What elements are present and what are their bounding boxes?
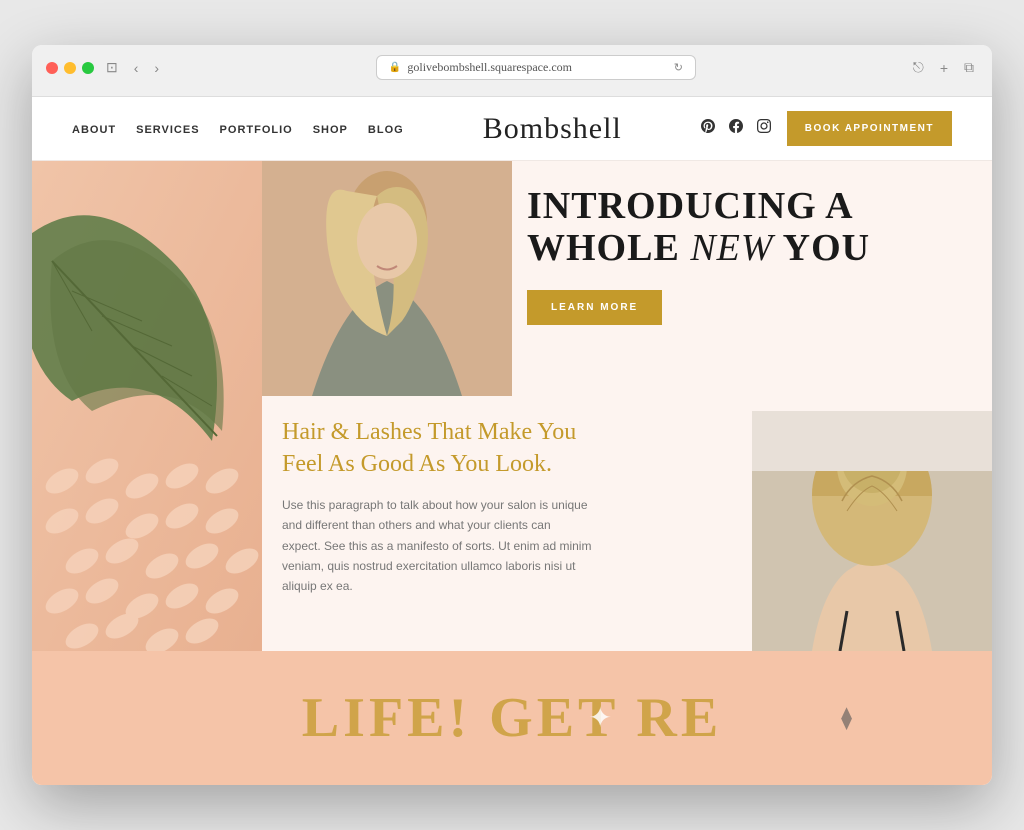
tabs-button[interactable]: ⧉ bbox=[960, 57, 978, 78]
hero-tagline-area: Hair & Lashes That Make You Feel As Good… bbox=[282, 416, 592, 597]
service-tagline: Hair & Lashes That Make You Feel As Good… bbox=[282, 416, 592, 481]
browser-chrome: ⊡ ‹ › 🔒 golivebombshell.squarespace.com … bbox=[32, 45, 992, 97]
browser-toolbar: ⊡ ‹ › 🔒 golivebombshell.squarespace.com … bbox=[46, 55, 978, 80]
hero-right-photo bbox=[752, 411, 992, 651]
forward-button[interactable]: › bbox=[150, 58, 163, 78]
nav-portfolio[interactable]: PORTFOLIO bbox=[220, 124, 293, 136]
hero-left-image bbox=[32, 161, 262, 651]
center-photo-svg bbox=[262, 161, 512, 396]
address-bar-container: 🔒 golivebombshell.squarespace.com ↻ bbox=[171, 55, 901, 80]
close-button[interactable] bbox=[46, 62, 58, 74]
nav-shop[interactable]: SHOP bbox=[313, 124, 348, 136]
service-description: Use this paragraph to talk about how you… bbox=[282, 495, 592, 597]
learn-more-button[interactable]: LEARN MORE bbox=[527, 290, 662, 325]
right-photo-svg bbox=[752, 411, 992, 651]
nav-services[interactable]: SERVICES bbox=[136, 124, 199, 136]
bottom-section: LIFE! GET RE ✦ ⧫ bbox=[32, 651, 992, 785]
pinterest-icon[interactable] bbox=[701, 119, 715, 138]
minimize-button[interactable] bbox=[64, 62, 76, 74]
maximize-button[interactable] bbox=[82, 62, 94, 74]
nav-blog[interactable]: BLOG bbox=[368, 124, 404, 136]
headline-line1: INTRODUCING A bbox=[527, 185, 854, 227]
share-button[interactable]: ⎋ bbox=[909, 57, 928, 78]
headline-line2-end: YOU bbox=[774, 227, 871, 269]
headline-line2-start: WHOLE bbox=[527, 227, 690, 269]
nav-right: BOOK APPOINTMENT bbox=[701, 111, 952, 146]
site-logo[interactable]: Bombshell bbox=[483, 112, 622, 146]
sidebar-toggle-button[interactable]: ⊡ bbox=[102, 57, 122, 78]
website-content: ABOUT SERVICES PORTFOLIO SHOP BLOG Bombs… bbox=[32, 97, 992, 785]
traffic-lights bbox=[46, 62, 94, 74]
url-text: golivebombshell.squarespace.com bbox=[407, 60, 572, 75]
lock-icon: 🔒 bbox=[389, 62, 401, 73]
address-bar[interactable]: 🔒 golivebombshell.squarespace.com ↻ bbox=[376, 55, 696, 80]
reload-icon[interactable]: ↻ bbox=[674, 61, 683, 74]
instagram-icon[interactable] bbox=[757, 119, 771, 138]
nav-social bbox=[701, 119, 771, 138]
browser-window: ⊡ ‹ › 🔒 golivebombshell.squarespace.com … bbox=[32, 45, 992, 785]
star-decoration: ✦ bbox=[589, 701, 612, 735]
nav-about[interactable]: ABOUT bbox=[72, 124, 116, 136]
book-decoration: ⧫ bbox=[841, 705, 852, 731]
nav-links: ABOUT SERVICES PORTFOLIO SHOP BLOG bbox=[72, 120, 404, 138]
headline-italic: NEW bbox=[690, 227, 773, 269]
bottom-text: LIFE! GET RE bbox=[302, 686, 722, 750]
hero-center-photo bbox=[262, 161, 512, 396]
hero-left-svg bbox=[32, 161, 262, 651]
hero-main-area: INTRODUCING A WHOLE NEW YOU LEARN MORE H… bbox=[262, 161, 992, 651]
navigation: ABOUT SERVICES PORTFOLIO SHOP BLOG Bombs… bbox=[32, 97, 992, 161]
facebook-icon[interactable] bbox=[729, 119, 743, 138]
hero-headline: INTRODUCING A WHOLE NEW YOU bbox=[527, 186, 982, 270]
hero-section: INTRODUCING A WHOLE NEW YOU LEARN MORE H… bbox=[32, 161, 992, 651]
book-appointment-button[interactable]: BOOK APPOINTMENT bbox=[787, 111, 952, 146]
hero-headline-area: INTRODUCING A WHOLE NEW YOU LEARN MORE bbox=[527, 186, 982, 325]
browser-actions: ⎋ + ⧉ bbox=[909, 57, 978, 78]
new-tab-button[interactable]: + bbox=[936, 58, 952, 78]
back-button[interactable]: ‹ bbox=[130, 58, 143, 78]
